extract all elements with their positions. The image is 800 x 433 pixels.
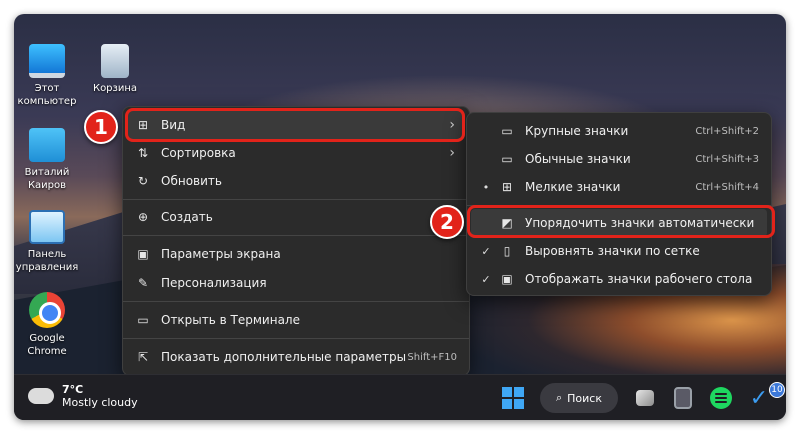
desktop-icon-label: Панель управления [15,249,79,273]
submenu-item-label: Выровнять значки по сетке [525,244,700,258]
menu-item-label: Персонализация [161,276,267,290]
menu-item-open-terminal[interactable]: ▭ Открыть в Терминале [127,306,465,334]
refresh-icon: ↻ [137,174,149,188]
callout-badge-1: 1 [84,110,118,144]
weather-widget[interactable]: 7°C Mostly cloudy [24,382,138,409]
menu-divider [123,199,469,200]
callout-badge-2: 2 [430,205,464,239]
desktop-icon-control-panel[interactable]: Панель управления [14,210,80,274]
plus-circle-icon: ⊕ [137,210,149,224]
chevron-right-icon: › [449,145,455,161]
menu-item-label: Показать дополнительные параметры [161,350,407,364]
desktop-context-menu: ⊞ Вид › ⇅ Сортировка › ↻ Обновить ⊕ Созд… [122,106,470,376]
spotify-button[interactable] [706,383,736,413]
submenu-item-large-icons[interactable]: ▭ Крупные значки Ctrl+Shift+2 [471,117,767,145]
menu-item-show-more-options[interactable]: ⇱ Показать дополнительные параметры Shif… [127,343,465,371]
monitor-medium-icon: ▭ [501,152,513,166]
chrome-icon [29,292,65,328]
menu-item-label: Открыть в Терминале [161,313,300,327]
share-icon: ⇱ [137,350,149,364]
submenu-item-label: Отображать значки рабочего стола [525,272,753,286]
spotify-icon [710,387,732,409]
notification-badge: 10 [769,382,785,398]
menu-divider [123,338,469,339]
weather-temperature: 7°C [62,383,84,396]
desktop-icon-label: Корзина [92,83,138,94]
menu-item-sort[interactable]: ⇅ Сортировка › [127,139,465,167]
menu-item-create[interactable]: ⊕ Создать › [127,203,465,231]
shortcut-label: Ctrl+Shift+4 [695,181,759,193]
sort-icon: ⇅ [137,146,149,160]
weather-condition: Mostly cloudy [62,396,138,409]
desktop-icon-user-folder[interactable]: Виталий Каиров [14,128,80,192]
menu-item-label: Создать [161,210,213,224]
submenu-item-align-to-grid[interactable]: ✓ ▯ Выровнять значки по сетке [471,237,767,265]
menu-item-label: Сортировка [161,146,236,160]
monitor-large-icon: ▭ [501,124,513,138]
recycle-bin-icon [101,44,129,78]
control-panel-icon [29,210,65,244]
checkmark-app-icon: ✓ [749,385,769,411]
check-mark: ✓ [481,272,491,286]
check-mark: ✓ [481,244,491,258]
menu-divider [123,235,469,236]
user-folder-icon [29,128,65,162]
shortcut-label: Ctrl+Shift+2 [695,125,759,137]
menu-item-display-settings[interactable]: ▣ Параметры экрана [127,240,465,268]
callout-highlight-view [125,108,465,142]
desktop-icon-this-pc[interactable]: Этот компьютер [14,44,80,108]
search-label: Поиск [567,391,602,405]
submenu-item-label: Обычные значки [525,152,631,166]
submenu-item-medium-icons[interactable]: ▭ Обычные значки Ctrl+Shift+3 [471,145,767,173]
bullet-mark: • [482,180,490,194]
submenu-item-small-icons[interactable]: • ⊞ Мелкие значки Ctrl+Shift+4 [471,173,767,201]
desktop-icon-label: Этот компьютер [17,83,77,107]
desktop-icon-chrome[interactable]: Google Chrome [14,292,80,358]
taskbar: 7°C Mostly cloudy ⌕ Поиск ✓ [14,374,786,420]
submenu-item-label: Мелкие значки [525,180,621,194]
desktop: Этот компьютер Корзина Виталий Каиров Па… [14,14,786,420]
menu-item-personalize[interactable]: ✎ Персонализация [127,269,465,297]
menu-divider [123,301,469,302]
menu-item-label: Обновить [161,174,222,188]
callout-highlight-auto-arrange [467,205,775,238]
search-button[interactable]: ⌕ Поиск [540,383,618,413]
windows-logo-icon [502,387,524,409]
start-button[interactable] [498,383,528,413]
submenu-item-label: Крупные значки [525,124,629,138]
submenu-item-show-desktop-icons[interactable]: ✓ ▣ Отображать значки рабочего стола [471,265,767,293]
align-grid-icon: ▯ [503,244,511,258]
task-view-button[interactable] [630,383,660,413]
search-icon: ⌕ [555,391,563,404]
task-view-icon [636,390,654,406]
brush-icon: ✎ [137,276,149,290]
computer-icon [29,44,65,78]
calculator-icon [674,387,692,409]
shortcut-label: Ctrl+Shift+3 [695,153,759,165]
shortcut-label: Shift+F10 [407,351,457,363]
cloud-sun-icon [24,382,54,404]
menu-item-label: Параметры экрана [161,247,281,261]
desktop-icon-label: Google Chrome [27,333,67,357]
menu-item-refresh[interactable]: ↻ Обновить [127,167,465,195]
display-icon: ▣ [137,247,149,261]
desktop-icon-recycle-bin[interactable]: Корзина [82,44,148,95]
desktop-icon-label: Виталий Каиров [24,167,70,191]
view-submenu: ▭ Крупные значки Ctrl+Shift+2 ▭ Обычные … [466,112,772,296]
calculator-button[interactable] [668,383,698,413]
desktop-icons-icon: ▣ [501,272,513,286]
terminal-icon: ▭ [137,313,149,327]
grid-small-icon: ⊞ [501,180,513,194]
